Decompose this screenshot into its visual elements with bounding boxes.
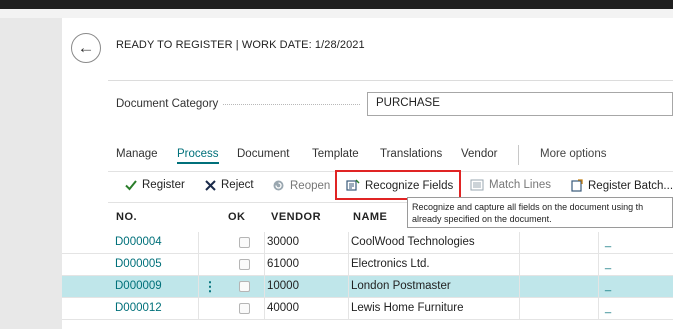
extra-cell[interactable]: _ xyxy=(605,276,611,297)
document-no-link[interactable]: D000012 xyxy=(115,298,162,319)
register-label: Register xyxy=(142,179,185,191)
top-bar xyxy=(0,0,673,9)
back-arrow-icon[interactable]: ← xyxy=(71,33,101,63)
divider xyxy=(108,80,673,81)
table-row[interactable]: D000004 30000 CoolWood Technologies _ xyxy=(62,232,673,254)
recognize-fields-tooltip: Recognize and capture all fields on the … xyxy=(407,197,673,228)
menu-more-options[interactable]: More options xyxy=(540,148,606,160)
vendor-cell: 30000 xyxy=(267,236,299,248)
match-lines-icon xyxy=(470,179,484,191)
reject-label: Reject xyxy=(221,179,254,191)
vendor-cell: 61000 xyxy=(267,258,299,270)
vendor-cell: 10000 xyxy=(267,280,299,292)
x-icon xyxy=(205,179,216,191)
ok-checkbox[interactable] xyxy=(239,259,250,270)
match-lines-button[interactable]: Match Lines xyxy=(470,179,551,191)
document-category-input[interactable]: PURCHASE xyxy=(367,92,673,116)
reopen-icon xyxy=(272,179,285,192)
document-no-link[interactable]: D000004 xyxy=(115,232,162,253)
document-no-link[interactable]: D000005 xyxy=(115,254,162,275)
tooltip-line-1: Recognize and capture all fields on the … xyxy=(412,202,644,212)
ok-checkbox[interactable] xyxy=(239,237,250,248)
vendor-name-cell: CoolWood Technologies xyxy=(351,236,475,248)
document-table: D000004 30000 CoolWood Technologies _ D0… xyxy=(62,232,673,320)
vendor-name-cell: London Postmaster xyxy=(351,280,451,292)
table-row-selected[interactable]: D000009 ⋮ 10000 London Postmaster _ xyxy=(62,276,673,298)
tooltip-line-2: already specified on the document. xyxy=(412,214,552,224)
header-band xyxy=(0,9,673,18)
menu-process[interactable]: Process xyxy=(177,148,219,164)
extra-cell[interactable]: _ xyxy=(605,254,611,275)
extra-cell[interactable]: _ xyxy=(605,298,611,319)
vendor-name-cell: Lewis Home Furniture xyxy=(351,302,464,314)
reopen-label: Reopen xyxy=(290,179,331,192)
document-no-link[interactable]: D000009 xyxy=(115,276,162,297)
column-header-ok[interactable]: OK xyxy=(228,211,246,223)
left-gutter xyxy=(0,18,62,329)
ok-checkbox[interactable] xyxy=(239,281,250,292)
row-actions-kebab-icon[interactable]: ⋮ xyxy=(203,276,217,297)
vendor-cell: 40000 xyxy=(267,302,299,314)
extra-cell[interactable]: _ xyxy=(605,232,611,253)
field-leader-dots xyxy=(223,104,360,105)
page-title: READY TO REGISTER | WORK DATE: 1/28/2021 xyxy=(116,39,365,51)
table-row[interactable]: D000012 40000 Lewis Home Furniture _ xyxy=(62,298,673,320)
register-batch-icon xyxy=(570,179,583,192)
reopen-button[interactable]: Reopen xyxy=(272,179,330,192)
vendor-name-cell: Electronics Ltd. xyxy=(351,258,430,270)
match-lines-label: Match Lines xyxy=(489,179,552,191)
highlight-box xyxy=(335,170,461,200)
menu-document[interactable]: Document xyxy=(237,148,289,160)
table-row[interactable]: D000005 61000 Electronics Ltd. _ xyxy=(62,254,673,276)
column-header-name[interactable]: NAME xyxy=(353,211,387,223)
checkmark-icon xyxy=(125,179,137,191)
column-header-no[interactable]: NO. xyxy=(116,211,137,223)
column-header-vendor[interactable]: VENDOR xyxy=(271,211,321,223)
menu-vendor[interactable]: Vendor xyxy=(461,148,497,160)
ok-checkbox[interactable] xyxy=(239,303,250,314)
document-category-label: Document Category xyxy=(116,98,219,110)
register-batch-label: Register Batch... xyxy=(588,179,673,192)
reject-button[interactable]: Reject xyxy=(205,179,254,191)
menu-manage[interactable]: Manage xyxy=(116,148,158,160)
register-batch-button[interactable]: Register Batch... xyxy=(570,179,673,192)
menu-translations[interactable]: Translations xyxy=(380,148,442,160)
menu-template[interactable]: Template xyxy=(312,148,359,160)
register-button[interactable]: Register xyxy=(125,179,185,191)
menu-separator xyxy=(518,145,519,165)
